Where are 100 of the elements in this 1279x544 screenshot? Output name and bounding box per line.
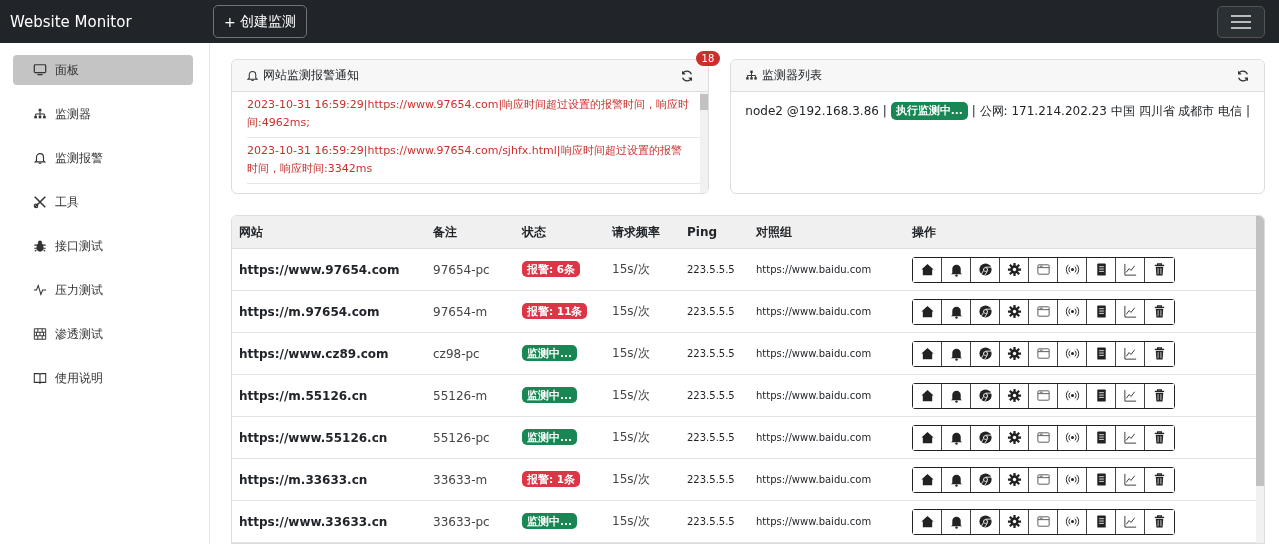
sidebar-item[interactable]: 压力测试 xyxy=(13,275,193,305)
trash-icon xyxy=(1152,472,1167,487)
menu-button[interactable] xyxy=(1217,5,1265,38)
sidebar-item[interactable]: 监测报警 xyxy=(13,143,193,173)
line-chart-icon xyxy=(1122,388,1138,403)
sidebar-item[interactable]: 工具 xyxy=(13,187,193,217)
site-cell: https://www.33633.cn xyxy=(232,500,426,543)
home-icon xyxy=(919,514,935,529)
status-badge: 监测中... xyxy=(522,513,577,529)
broadcast-icon xyxy=(1064,388,1080,403)
column-header: 网站 xyxy=(232,216,426,249)
menu-icon xyxy=(1230,13,1252,30)
frequency-cell: 15s/次 xyxy=(605,500,680,543)
gear-icon xyxy=(1006,346,1022,361)
column-header: 操作 xyxy=(905,216,1256,249)
browser-circle-icon xyxy=(977,262,993,277)
ping-cell: 223.5.5.5 xyxy=(680,248,749,291)
browser-circle-icon xyxy=(977,346,993,361)
home-icon xyxy=(919,346,935,361)
trash-icon xyxy=(1152,304,1167,319)
card-title: 监测器列表 xyxy=(762,67,824,84)
book-icon xyxy=(33,371,47,385)
create-monitor-button[interactable]: + 创建监测 xyxy=(213,5,307,38)
sitemap-icon xyxy=(33,107,47,121)
action-button[interactable] xyxy=(913,299,942,324)
home-icon xyxy=(919,304,935,319)
site-cell: https://m.55126.cn xyxy=(232,374,426,417)
browser-circle-icon xyxy=(977,430,993,445)
action-button[interactable] xyxy=(913,425,942,450)
site-cell: https://m.97654.com xyxy=(232,290,426,333)
gear-icon xyxy=(1006,430,1022,445)
frequency-cell: 15s/次 xyxy=(605,458,680,501)
bug-icon xyxy=(33,239,47,253)
site-cell: https://www.cz89.com xyxy=(232,332,426,375)
gear-icon xyxy=(1006,388,1022,403)
refresh-icon[interactable] xyxy=(1236,68,1250,83)
status-badge: 报警: 1条 xyxy=(522,471,581,487)
sidebar-item[interactable]: 面板 xyxy=(13,55,193,85)
line-chart-icon xyxy=(1122,430,1138,445)
browser-circle-icon xyxy=(977,304,993,319)
window-icon xyxy=(1035,472,1051,487)
action-button[interactable] xyxy=(913,341,942,366)
window-icon xyxy=(1035,430,1051,445)
tools-icon xyxy=(33,195,47,209)
window-icon xyxy=(1035,514,1051,529)
browser-circle-icon xyxy=(977,514,993,529)
alert-count-badge: 18 xyxy=(695,51,721,66)
column-header: 对照组 xyxy=(749,216,905,249)
scrollbar-thumb[interactable] xyxy=(700,94,709,110)
window-icon xyxy=(1035,388,1051,403)
gear-icon xyxy=(1006,472,1022,487)
card-title: 网站监测报警通知 xyxy=(263,67,360,84)
note-cell: 55126-m xyxy=(426,374,515,417)
sidebar-item[interactable]: 监测器 xyxy=(13,99,193,129)
frequency-cell: 15s/次 xyxy=(605,290,680,333)
status-badge: 报警: 11条 xyxy=(522,303,588,319)
home-icon xyxy=(919,388,935,403)
window-icon xyxy=(1035,346,1051,361)
window-icon xyxy=(1035,262,1051,277)
trash-icon xyxy=(1152,388,1167,403)
sidebar-item[interactable]: 使用说明 xyxy=(13,363,193,393)
action-button[interactable] xyxy=(913,257,942,282)
bell-icon xyxy=(33,151,47,165)
broadcast-icon xyxy=(1064,430,1080,445)
broadcast-icon xyxy=(1064,514,1080,529)
status-badge: 监测中... xyxy=(522,345,577,361)
control-url-cell: https://www.baidu.com xyxy=(749,332,905,375)
grid-icon xyxy=(33,327,47,341)
trash-icon xyxy=(1152,262,1167,277)
browser-circle-icon xyxy=(977,472,993,487)
line-chart-icon xyxy=(1122,346,1138,361)
refresh-icon[interactable] xyxy=(680,68,695,83)
browser-circle-icon xyxy=(977,388,993,403)
note-cell: 55126-pc xyxy=(426,416,515,459)
broadcast-icon xyxy=(1064,262,1080,277)
status-badge: 执行监测中... xyxy=(890,102,968,120)
bell-icon xyxy=(246,69,259,82)
sidebar-item[interactable]: 接口测试 xyxy=(13,231,193,261)
broadcast-icon xyxy=(1064,472,1080,487)
action-button[interactable] xyxy=(913,383,942,408)
control-url-cell: https://www.baidu.com xyxy=(749,416,905,459)
column-header: 请求频率 xyxy=(605,216,680,249)
control-url-cell: https://www.baidu.com xyxy=(749,290,905,333)
frequency-cell: 15s/次 xyxy=(605,416,680,459)
ping-cell: 223.5.5.5 xyxy=(680,458,749,501)
control-url-cell: https://www.baidu.com xyxy=(749,500,905,543)
trash-icon xyxy=(1152,514,1167,529)
sidebar-item[interactable]: 渗透测试 xyxy=(13,319,193,349)
trash-icon xyxy=(1152,346,1167,361)
column-header: Ping xyxy=(680,216,749,249)
scrollbar-thumb[interactable] xyxy=(1256,216,1264,486)
gear-icon xyxy=(1006,304,1022,319)
line-chart-icon xyxy=(1122,304,1138,319)
line-chart-icon xyxy=(1122,514,1138,529)
action-button[interactable] xyxy=(913,509,942,534)
site-cell: https://m.33633.cn xyxy=(232,458,426,501)
broadcast-icon xyxy=(1064,304,1080,319)
action-button[interactable] xyxy=(913,467,942,492)
ping-cell: 223.5.5.5 xyxy=(680,332,749,375)
frequency-cell: 15s/次 xyxy=(605,374,680,417)
